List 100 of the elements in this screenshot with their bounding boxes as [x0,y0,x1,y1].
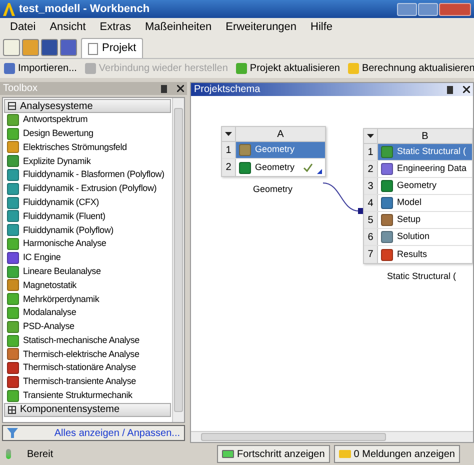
cell-row[interactable]: Model [378,195,472,211]
cell-label: Static Structural ( [397,145,466,158]
status-light-icon [6,449,11,459]
section-header[interactable]: Analysesysteme [4,99,171,113]
toolbar-button[interactable]: Berechnung aktualisieren [348,61,474,76]
analysis-icon [7,307,19,320]
toolbox-item[interactable]: Design Bewertung [4,126,171,141]
toolbox-item[interactable]: Fluiddynamik (Fluent) [4,210,171,224]
menu-item[interactable]: Erweiterungen [226,18,297,36]
component-icon [381,146,393,158]
section-header[interactable]: Komponentensysteme [4,402,171,417]
analysis-icon [7,169,19,182]
window-title: test_modell - Workbench [19,2,150,17]
row-number: 7 [364,246,378,263]
collapse-icon[interactable] [8,102,16,110]
toolbar-icon [4,63,15,74]
cell-row[interactable]: Results [378,246,472,263]
cell-label: Geometry [397,179,437,192]
toolbox-item[interactable]: Fluiddynamik (CFX) [4,196,171,210]
cell-row[interactable]: Geometry [378,178,472,194]
analysis-icon [7,279,19,292]
menu-item[interactable]: Datei [10,18,36,36]
toolbar-icon [84,63,96,74]
analysis-icon [7,362,19,374]
toolbox-item[interactable]: Thermisch-stationäre Analyse [4,361,171,376]
cell-label: Geometry [255,143,295,156]
dropdown-icon[interactable] [222,127,236,141]
status-button[interactable]: Fortschritt anzeigen [216,445,330,463]
analysis-icon [7,348,19,360]
analysis-icon [7,252,19,264]
close-icon[interactable] [177,85,184,92]
cell-row[interactable]: Geometry [236,142,325,158]
toolbox-item[interactable]: Elektrisches Strömungsfeld [4,140,171,154]
analysis-icon [7,114,19,126]
toolbox-item[interactable]: Fluiddynamik - Extrusion (Polyflow) [4,182,171,196]
system-block[interactable]: A 1 Geometry 2 Geometry [221,126,326,177]
toolbox-item[interactable]: IC Engine [4,250,171,265]
analysis-icon [7,210,19,222]
toolbox-item[interactable]: Mehrkörperdynamik [4,292,171,306]
section-title: Analysesysteme [20,100,93,114]
system-caption: Geometry [252,183,294,196]
toolbox-item[interactable]: Antwortspektrum [4,113,171,127]
cell-label: Model [397,196,422,210]
analysis-icon [7,334,19,347]
column-header: A [276,128,285,141]
close-button[interactable] [439,2,471,16]
toolbox-item[interactable]: Harmonische Analyse [4,237,171,251]
row-number: 1 [364,144,378,160]
toolbox-item[interactable]: Magnetostatik [4,278,171,292]
battery-icon [222,450,234,458]
menu-item[interactable]: Extras [100,18,131,36]
toolbox-item[interactable]: Transiente Strukturmechanik [4,388,171,403]
status-button[interactable]: 0 Meldungen anzeigen [334,445,460,463]
toolbar-button[interactable]: Projekt aktualisieren [236,61,340,76]
panel-title: Projektschema [194,83,260,97]
analysis-icon [7,224,19,236]
analysis-icon [7,155,19,168]
minimize-button[interactable] [397,2,417,16]
toolbox-item[interactable]: Statisch-mechanische Analyse [4,334,171,348]
row-number: 4 [364,195,378,211]
horizontal-scrollbar[interactable] [191,431,473,442]
component-icon [381,248,393,260]
toolbox-item[interactable]: Lineare Beulanalyse [4,264,171,279]
toolbar-icon [348,63,359,74]
toolbox-item[interactable]: Explizite Dynamik [4,154,171,168]
cell-row[interactable]: Setup [378,212,472,228]
cell-row[interactable]: Static Structural ( [378,144,472,160]
toolbox-item[interactable]: Thermisch-transiente Analyse [4,375,171,389]
toolbox-item[interactable]: PSD-Analyse [4,320,171,334]
expand-icon[interactable] [8,406,16,414]
system-block[interactable]: B 1 Static Structural ( 2 Engineering Data 3 Geometry 4 Model 5 Setup 6 Solution 7 Results [363,128,473,264]
cell-label: Geometry [255,160,295,174]
cell-label: Engineering Data [397,162,467,176]
toolbox-item[interactable]: Fluiddynamik (Polyflow) [4,223,171,238]
menu-item[interactable]: Hilfe [310,18,333,36]
toolbox-item[interactable]: Fluiddynamik - Blasformen (Polyflow) [4,168,171,182]
vertical-scrollbar[interactable] [172,98,184,422]
dropdown-icon[interactable] [364,129,378,143]
menu-item[interactable]: Ansicht [50,18,86,36]
close-icon[interactable] [463,86,470,93]
maximize-button[interactable] [418,2,438,16]
cell-label: Results [397,248,428,261]
filter-icon[interactable] [7,428,18,438]
corner-icon [317,169,322,174]
toolbox-item[interactable]: Modalanalyse [4,306,171,320]
connection-line [323,181,365,217]
toolbox-item[interactable]: Thermisch-elektrische Analyse [4,348,171,362]
analysis-icon [7,238,19,250]
cell-row[interactable]: Geometry [236,159,325,176]
section-title: Komponentensysteme [20,403,120,418]
analysis-icon [7,320,19,333]
menu-item[interactable]: Maßeinheiten [144,18,212,36]
toolbar-icon [236,63,247,74]
component-icon [381,231,393,243]
tab[interactable]: Projekt [81,38,144,58]
cell-row[interactable]: Engineering Data [378,161,472,177]
row-number: 6 [364,229,378,245]
toolbar-button[interactable]: Importieren... [4,61,77,76]
cell-row[interactable]: Solution [378,229,472,245]
system-caption: Static Structural ( [386,270,458,283]
